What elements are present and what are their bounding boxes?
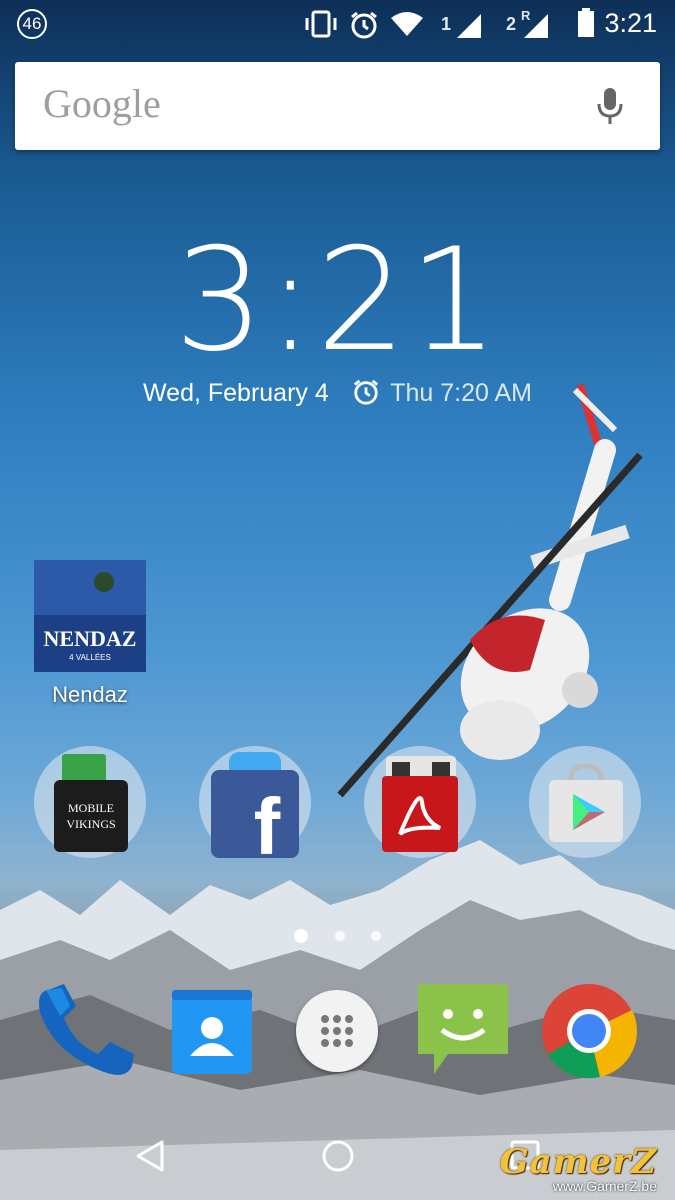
google-search-bar[interactable]: Google [15,62,660,150]
folder-adobe[interactable] [364,746,476,858]
mobile-vikings-icon: MOBILE VIKINGS [54,780,128,852]
nendaz-logo-icon: NENDAZ 4 VALLÉES [34,560,146,672]
folder-facebook[interactable]: f [199,746,311,858]
signal-icon [457,14,481,38]
signal-roaming-icon [524,14,548,38]
mic-icon[interactable] [596,86,624,126]
contacts-icon[interactable] [170,990,254,1074]
svg-text:4 VALLÉES: 4 VALLÉES [69,653,111,662]
svg-text:NENDAZ: NENDAZ [44,626,137,651]
notification-count-badge: 46 [17,9,47,39]
clock-widget-date-line: Wed, February 4 Thu 7:20 AM [0,378,675,408]
chrome-icon[interactable] [540,982,638,1080]
page-dot-3 [370,931,381,941]
svg-text:MOBILE: MOBILE [68,801,114,815]
battery-icon [578,8,594,37]
status-time: 3:21 [604,8,657,38]
folder-play-store[interactable] [529,746,641,858]
clock-widget-time[interactable]: 3:21 [0,218,675,383]
phone-icon[interactable] [34,984,138,1080]
sim1-label: 1 [441,14,452,34]
app-drawer-icon [321,1015,353,1047]
back-icon[interactable] [132,1138,168,1174]
nendaz-label: Nendaz [52,682,128,707]
google-logo: Google [43,81,161,126]
vibrate-icon [305,10,337,38]
app-drawer-button[interactable] [296,990,378,1072]
facebook-icon: f [211,770,299,858]
page-dot-2 [334,931,345,941]
svg-text:f: f [254,782,281,858]
watermark-logo: GamerZ [499,1142,657,1182]
play-store-icon [549,763,623,842]
gamerz-watermark: GamerZ www.GamerZ.be [500,1142,657,1194]
nendaz-shortcut[interactable]: NENDAZ 4 VALLÉES Nendaz [20,560,160,708]
sim2-label: 2 [506,14,517,34]
folder-mobile-vikings[interactable]: MOBILE VIKINGS [34,746,146,858]
alarm-icon [353,379,378,405]
svg-text:VIKINGS: VIKINGS [66,817,115,831]
adobe-reader-icon [382,776,458,852]
status-bar: 46 1 2 R 3:21 [0,0,675,48]
messaging-icon[interactable] [414,980,512,1078]
next-alarm[interactable]: Thu 7:20 AM [352,379,532,407]
page-dot-1 [294,929,309,943]
home-icon[interactable] [320,1138,356,1174]
helicopter-wallpaper [337,383,643,798]
next-alarm-text: Thu 7:20 AM [390,379,532,407]
clock-widget-date: Wed, February 4 [143,379,329,407]
alarm-icon [351,11,377,39]
page-indicator [0,928,675,946]
wifi-icon [391,12,423,36]
